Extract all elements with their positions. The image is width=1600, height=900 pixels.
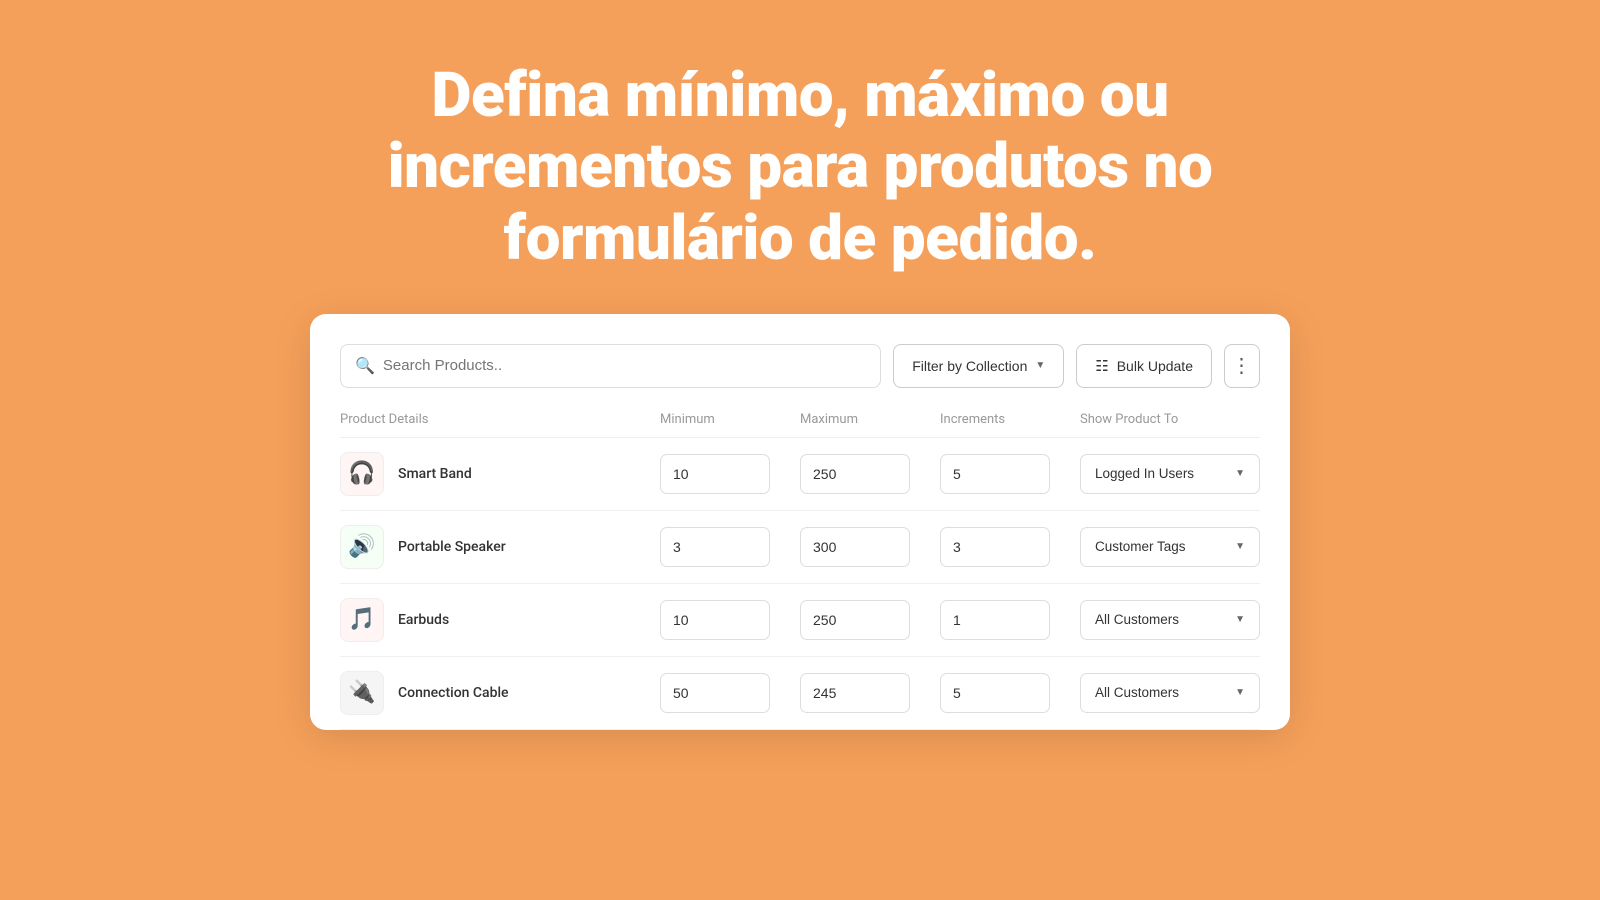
header-product: Product Details [340, 412, 660, 427]
chevron-down-icon: ▼ [1235, 468, 1245, 479]
hero-section: Defina mínimo, máximo ou incrementos par… [188, 0, 1413, 314]
bulk-label: Bulk Update [1117, 358, 1193, 374]
increments-cell-portable-speaker [940, 527, 1080, 567]
header-minimum: Minimum [660, 412, 800, 427]
maximum-cell-smart-band [800, 454, 940, 494]
product-card: 🔍 Filter by Collection ▼ ☷ Bulk Update ⋮… [310, 314, 1290, 730]
show-cell-earbuds: All Customers ▼ [1080, 600, 1260, 640]
minimum-cell-portable-speaker [660, 527, 800, 567]
show-value-portable-speaker: Customer Tags [1095, 539, 1186, 554]
bulk-update-icon: ☷ [1095, 357, 1108, 375]
search-wrapper: 🔍 [340, 344, 881, 388]
increments-input-connection-cable[interactable] [940, 673, 1050, 713]
minimum-input-portable-speaker[interactable] [660, 527, 770, 567]
table-row: 🔊 Portable Speaker Customer Tags ▼ [340, 511, 1260, 584]
increments-input-earbuds[interactable] [940, 600, 1050, 640]
maximum-input-smart-band[interactable] [800, 454, 910, 494]
increments-input-portable-speaker[interactable] [940, 527, 1050, 567]
minimum-cell-connection-cable [660, 673, 800, 713]
show-dropdown-smart-band[interactable]: Logged In Users ▼ [1080, 454, 1260, 494]
product-image-earbuds: 🎵 [340, 598, 384, 642]
product-cell-connection-cable: 🔌 Connection Cable [340, 671, 660, 715]
toolbar: 🔍 Filter by Collection ▼ ☷ Bulk Update ⋮ [340, 344, 1260, 388]
show-dropdown-portable-speaker[interactable]: Customer Tags ▼ [1080, 527, 1260, 567]
search-input[interactable] [383, 357, 866, 374]
show-value-connection-cable: All Customers [1095, 685, 1179, 700]
search-icon: 🔍 [355, 356, 375, 375]
chevron-down-icon: ▼ [1235, 614, 1245, 625]
maximum-input-connection-cable[interactable] [800, 673, 910, 713]
increments-cell-smart-band [940, 454, 1080, 494]
minimum-input-earbuds[interactable] [660, 600, 770, 640]
show-cell-connection-cable: All Customers ▼ [1080, 673, 1260, 713]
product-image-smart-band: 🎧 [340, 452, 384, 496]
product-cell-portable-speaker: 🔊 Portable Speaker [340, 525, 660, 569]
chevron-down-icon: ▼ [1235, 687, 1245, 698]
table-row: 🎧 Smart Band Logged In Users ▼ [340, 438, 1260, 511]
header-increments: Increments [940, 412, 1080, 427]
product-cell-earbuds: 🎵 Earbuds [340, 598, 660, 642]
maximum-cell-connection-cable [800, 673, 940, 713]
chevron-down-icon: ▼ [1235, 541, 1245, 552]
product-image-connection-cable: 🔌 [340, 671, 384, 715]
filter-label: Filter by Collection [912, 358, 1027, 374]
chevron-down-icon: ▼ [1035, 360, 1045, 371]
show-cell-portable-speaker: Customer Tags ▼ [1080, 527, 1260, 567]
maximum-input-portable-speaker[interactable] [800, 527, 910, 567]
minimum-cell-smart-band [660, 454, 800, 494]
increments-input-smart-band[interactable] [940, 454, 1050, 494]
table-header: Product Details Minimum Maximum Incremen… [340, 412, 1260, 438]
product-image-portable-speaker: 🔊 [340, 525, 384, 569]
product-cell-smart-band: 🎧 Smart Band [340, 452, 660, 496]
table-row: 🔌 Connection Cable All Customers ▼ [340, 657, 1260, 730]
show-dropdown-earbuds[interactable]: All Customers ▼ [1080, 600, 1260, 640]
product-name-smart-band: Smart Band [398, 466, 472, 482]
more-icon: ⋮ [1232, 356, 1253, 376]
maximum-cell-portable-speaker [800, 527, 940, 567]
minimum-cell-earbuds [660, 600, 800, 640]
show-dropdown-connection-cable[interactable]: All Customers ▼ [1080, 673, 1260, 713]
maximum-input-earbuds[interactable] [800, 600, 910, 640]
header-maximum: Maximum [800, 412, 940, 427]
maximum-cell-earbuds [800, 600, 940, 640]
hero-title: Defina mínimo, máximo ou incrementos par… [388, 60, 1213, 274]
increments-cell-connection-cable [940, 673, 1080, 713]
bulk-update-button[interactable]: ☷ Bulk Update [1076, 344, 1212, 388]
table-row: 🎵 Earbuds All Customers ▼ [340, 584, 1260, 657]
minimum-input-smart-band[interactable] [660, 454, 770, 494]
show-cell-smart-band: Logged In Users ▼ [1080, 454, 1260, 494]
increments-cell-earbuds [940, 600, 1080, 640]
product-name-earbuds: Earbuds [398, 612, 449, 628]
minimum-input-connection-cable[interactable] [660, 673, 770, 713]
filter-by-collection-button[interactable]: Filter by Collection ▼ [893, 344, 1064, 388]
product-name-connection-cable: Connection Cable [398, 685, 509, 701]
show-value-earbuds: All Customers [1095, 612, 1179, 627]
more-options-button[interactable]: ⋮ [1224, 344, 1260, 388]
product-name-portable-speaker: Portable Speaker [398, 539, 506, 555]
show-value-smart-band: Logged In Users [1095, 466, 1194, 481]
table-body: 🎧 Smart Band Logged In Users ▼ 🔊 Portabl… [340, 438, 1260, 730]
header-show: Show Product To [1080, 412, 1260, 427]
